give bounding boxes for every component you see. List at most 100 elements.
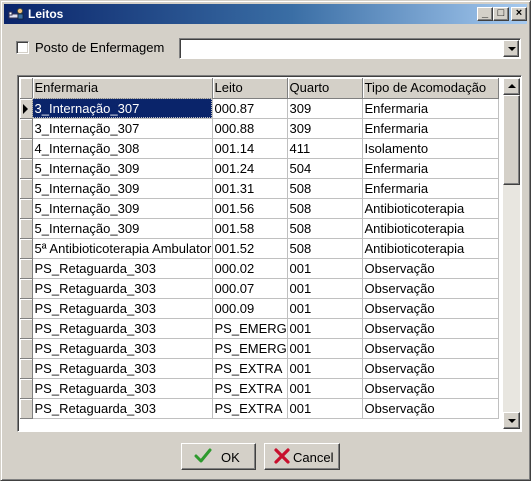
cell-leito[interactable]: PS_EMERG xyxy=(212,338,288,359)
cell-leito[interactable]: 001.56 xyxy=(212,198,288,219)
row-indicator[interactable] xyxy=(20,318,33,339)
cell-leito[interactable]: 001.58 xyxy=(212,218,288,239)
cell-leito[interactable]: 000.09 xyxy=(212,298,288,319)
cell-enfermaria[interactable]: PS_Retaguarda_303 xyxy=(32,318,213,339)
beds-grid[interactable]: Enfermaria Leito Quarto Tipo de Acomodaç… xyxy=(17,75,522,432)
cell-tipo-acomodacao[interactable]: Observação xyxy=(362,278,499,299)
cell-tipo-acomodacao[interactable]: Antibioticoterapia xyxy=(362,218,499,239)
cell-quarto[interactable]: 309 xyxy=(287,118,363,139)
row-indicator[interactable] xyxy=(20,238,33,259)
cell-tipo-acomodacao[interactable]: Observação xyxy=(362,258,499,279)
cell-tipo-acomodacao[interactable]: Observação xyxy=(362,358,499,379)
cell-leito[interactable]: PS_EMERG xyxy=(212,318,288,339)
row-indicator[interactable] xyxy=(20,178,33,199)
cell-leito[interactable]: 001.31 xyxy=(212,178,288,199)
table-row[interactable]: 3_Internação_307 000.87 309 Enfermaria xyxy=(20,98,499,119)
minimize-button[interactable]: _ xyxy=(477,7,493,21)
row-indicator[interactable] xyxy=(20,138,33,159)
cell-enfermaria[interactable]: PS_Retaguarda_303 xyxy=(32,258,213,279)
cell-tipo-acomodacao[interactable]: Observação xyxy=(362,298,499,319)
row-indicator[interactable] xyxy=(20,118,33,139)
column-header-quarto[interactable]: Quarto xyxy=(287,78,363,99)
cell-quarto[interactable]: 001 xyxy=(287,298,363,319)
column-header-leito[interactable]: Leito xyxy=(212,78,288,99)
cell-enfermaria[interactable]: PS_Retaguarda_303 xyxy=(32,338,213,359)
cell-quarto[interactable]: 508 xyxy=(287,218,363,239)
cell-quarto[interactable]: 411 xyxy=(287,138,363,159)
cell-enfermaria[interactable]: 3_Internação_307 xyxy=(32,118,213,139)
cell-quarto[interactable]: 001 xyxy=(287,338,363,359)
cell-enfermaria[interactable]: 3_Internação_307 xyxy=(32,98,213,119)
table-row[interactable]: PS_Retaguarda_303 000.07 001 Observação xyxy=(20,278,499,299)
cell-quarto[interactable]: 309 xyxy=(287,98,363,119)
row-indicator[interactable] xyxy=(20,398,33,419)
table-row[interactable]: 5_Internação_309 001.31 508 Enfermaria xyxy=(20,178,499,199)
row-indicator[interactable] xyxy=(20,198,33,219)
cell-quarto[interactable]: 001 xyxy=(287,398,363,419)
cell-tipo-acomodacao[interactable]: Enfermaria xyxy=(362,178,499,199)
table-row[interactable]: PS_Retaguarda_303 PS_EXTRA 001 Observação xyxy=(20,398,499,419)
cell-quarto[interactable]: 001 xyxy=(287,358,363,379)
nursing-station-checkbox[interactable] xyxy=(16,41,29,54)
cell-quarto[interactable]: 001 xyxy=(287,378,363,399)
cell-enfermaria[interactable]: PS_Retaguarda_303 xyxy=(32,358,213,379)
row-indicator[interactable] xyxy=(20,158,33,179)
cell-quarto[interactable]: 508 xyxy=(287,178,363,199)
cell-tipo-acomodacao[interactable]: Antibioticoterapia xyxy=(362,198,499,219)
cell-enfermaria[interactable]: PS_Retaguarda_303 xyxy=(32,298,213,319)
cell-tipo-acomodacao[interactable]: Observação xyxy=(362,318,499,339)
cell-enfermaria[interactable]: 5ª Antibioticoterapia Ambulatorial xyxy=(32,238,213,259)
cell-leito[interactable]: 001.14 xyxy=(212,138,288,159)
table-row[interactable]: 4_Internação_308 001.14 411 Isolamento xyxy=(20,138,499,159)
cell-enfermaria[interactable]: PS_Retaguarda_303 xyxy=(32,398,213,419)
table-row[interactable]: PS_Retaguarda_303 000.09 001 Observação xyxy=(20,298,499,319)
row-indicator[interactable] xyxy=(20,298,33,319)
cell-tipo-acomodacao[interactable]: Enfermaria xyxy=(362,98,499,119)
column-header-enfermaria[interactable]: Enfermaria xyxy=(32,78,213,99)
nursing-station-combo[interactable] xyxy=(179,38,521,59)
table-row[interactable]: 5_Internação_309 001.24 504 Enfermaria xyxy=(20,158,499,179)
maximize-button[interactable]: □ xyxy=(493,7,509,21)
cell-quarto[interactable]: 504 xyxy=(287,158,363,179)
scroll-up-button[interactable] xyxy=(503,78,520,95)
table-row[interactable]: PS_Retaguarda_303 PS_EXTRA 001 Observação xyxy=(20,378,499,399)
cell-leito[interactable]: 000.87 xyxy=(212,98,288,119)
cell-leito[interactable]: PS_EXTRA xyxy=(212,378,288,399)
table-row[interactable]: PS_Retaguarda_303 PS_EMERG 001 Observação xyxy=(20,318,499,339)
row-indicator[interactable] xyxy=(20,378,33,399)
cell-leito[interactable]: PS_EXTRA xyxy=(212,358,288,379)
scroll-down-button[interactable] xyxy=(503,412,520,429)
cell-tipo-acomodacao[interactable]: Observação xyxy=(362,338,499,359)
cell-tipo-acomodacao[interactable]: Enfermaria xyxy=(362,118,499,139)
column-header-tipo-acomodacao[interactable]: Tipo de Acomodação xyxy=(362,78,499,99)
cell-enfermaria[interactable]: 5_Internação_309 xyxy=(32,198,213,219)
table-row[interactable]: 5ª Antibioticoterapia Ambulatorial 001.52… xyxy=(20,238,499,259)
cell-leito[interactable]: 000.07 xyxy=(212,278,288,299)
cell-quarto[interactable]: 508 xyxy=(287,238,363,259)
row-indicator[interactable] xyxy=(20,358,33,379)
cell-quarto[interactable]: 001 xyxy=(287,318,363,339)
cell-enfermaria[interactable]: 5_Internação_309 xyxy=(32,158,213,179)
cell-quarto[interactable]: 001 xyxy=(287,278,363,299)
cell-tipo-acomodacao[interactable]: Antibioticoterapia xyxy=(362,238,499,259)
cell-tipo-acomodacao[interactable]: Observação xyxy=(362,398,499,419)
scroll-thumb[interactable] xyxy=(503,95,520,185)
cell-leito[interactable]: 001.52 xyxy=(212,238,288,259)
cell-enfermaria[interactable]: 5_Internação_309 xyxy=(32,218,213,239)
cell-quarto[interactable]: 001 xyxy=(287,258,363,279)
cell-tipo-acomodacao[interactable]: Enfermaria xyxy=(362,158,499,179)
table-row[interactable]: 3_Internação_307 000.88 309 Enfermaria xyxy=(20,118,499,139)
cell-leito[interactable]: PS_EXTRA xyxy=(212,398,288,419)
cancel-button[interactable]: Cancel xyxy=(264,443,340,470)
title-bar[interactable]: Leitos _ □ × xyxy=(4,4,527,24)
table-row[interactable]: PS_Retaguarda_303 PS_EMERG 001 Observação xyxy=(20,338,499,359)
combo-dropdown-button[interactable] xyxy=(503,40,519,57)
cell-leito[interactable]: 000.88 xyxy=(212,118,288,139)
row-indicator[interactable] xyxy=(20,278,33,299)
table-row[interactable]: 5_Internação_309 001.58 508 Antibioticotera… xyxy=(20,218,499,239)
nursing-station-label[interactable]: Posto de Enfermagem xyxy=(35,40,164,55)
cell-enfermaria[interactable]: 5_Internação_309 xyxy=(32,178,213,199)
cell-leito[interactable]: 001.24 xyxy=(212,158,288,179)
row-indicator[interactable] xyxy=(20,98,33,119)
cell-enfermaria[interactable]: 4_Internação_308 xyxy=(32,138,213,159)
